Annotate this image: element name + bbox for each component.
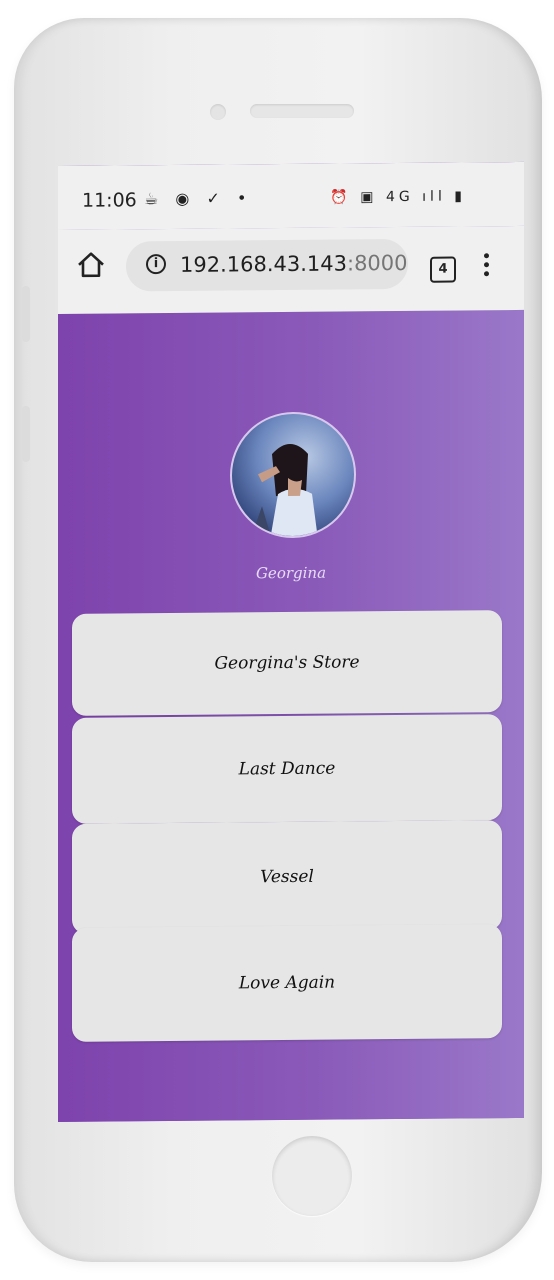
tab-switcher-button[interactable]: 4: [430, 256, 456, 283]
status-time: 11:06: [82, 189, 137, 212]
overflow-menu-icon[interactable]: [482, 253, 490, 283]
url-host: 192.168.43.143: [180, 251, 347, 277]
link-label: Last Dance: [238, 758, 336, 780]
browser-toolbar: i 192.168.43.143:8000/ç 4: [58, 225, 524, 315]
link-page: Georgina Georgina's Store Last Dance Ves…: [58, 309, 524, 1122]
avatar: [230, 411, 356, 539]
volume-up-button: [22, 286, 30, 342]
avatar-photo: [250, 443, 318, 539]
link-button-love-again[interactable]: Love Again: [72, 924, 502, 1042]
earpiece-speaker: [250, 104, 354, 118]
volume-down-button: [22, 406, 30, 462]
link-button-georginas-store[interactable]: Georgina's Store: [72, 610, 502, 716]
link-button-last-dance[interactable]: Last Dance: [72, 714, 502, 824]
system-status-icons: ⏰ ▣ 4G ıll ▮: [330, 188, 466, 206]
home-button[interactable]: [272, 1136, 352, 1216]
address-bar[interactable]: i 192.168.43.143:8000/ç: [126, 238, 408, 292]
home-icon[interactable]: [76, 250, 106, 280]
url-text: 192.168.43.143:8000/ç: [180, 251, 408, 277]
phone-screen: 11:06 ☕ ◉ ✓ • ⏰ ▣ 4G ıll ▮ i 192.168.43.…: [58, 161, 524, 1122]
notification-icons: ☕ ◉ ✓ •: [144, 188, 253, 209]
profile-name: Georgina: [255, 563, 327, 583]
front-camera: [210, 104, 226, 120]
link-label: Georgina's Store: [214, 652, 360, 674]
link-label: Vessel: [260, 866, 314, 888]
link-button-vessel[interactable]: Vessel: [72, 820, 502, 934]
url-path: :8000/ç: [347, 250, 408, 276]
status-bar: 11:06 ☕ ◉ ✓ • ⏰ ▣ 4G ıll ▮: [58, 161, 524, 230]
link-label: Love Again: [238, 972, 336, 994]
info-icon[interactable]: i: [146, 254, 166, 275]
